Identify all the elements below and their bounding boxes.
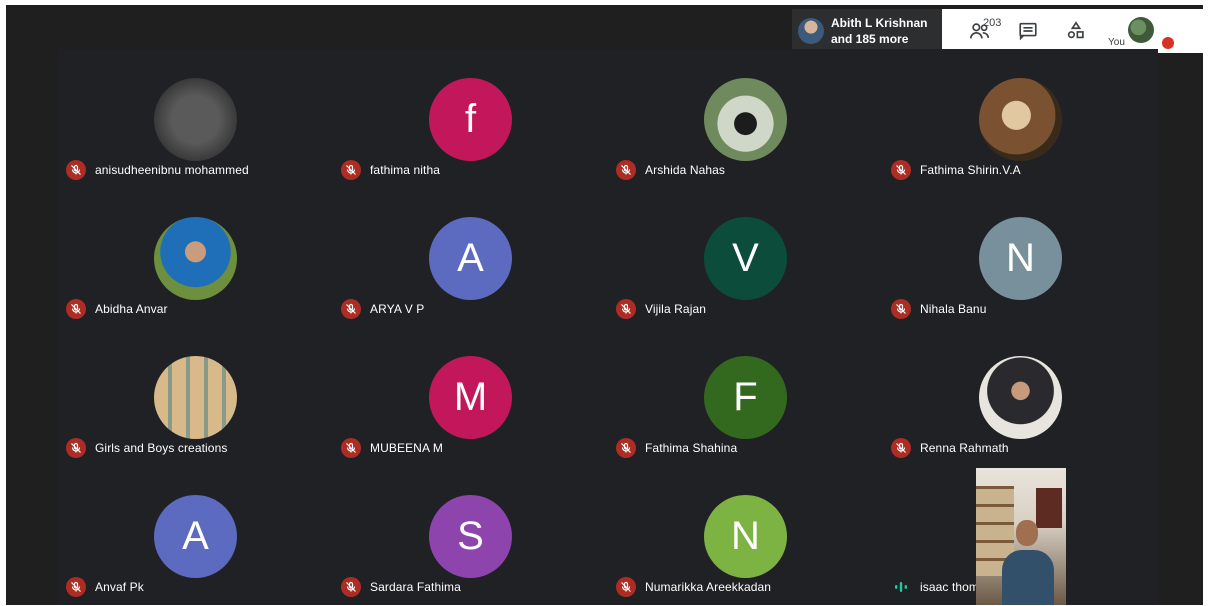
participant-avatar: N — [704, 495, 787, 578]
participant-avatar: A — [429, 217, 512, 300]
participant-avatar — [154, 217, 237, 300]
participant-name: Girls and Boys creations — [95, 441, 228, 455]
activities-button[interactable] — [1052, 9, 1100, 53]
chat-icon — [1019, 22, 1037, 41]
participant-name-row: anisudheenibnu mohammed — [66, 160, 249, 180]
presenter-more: and 185 more — [831, 32, 909, 46]
self-view[interactable]: You — [1104, 9, 1184, 53]
participant-name-row: Fathima Shahina — [616, 438, 737, 458]
mic-off-icon — [341, 577, 361, 597]
participant-name: fathima nitha — [370, 163, 441, 177]
participant-name-row: Nihala Banu — [891, 299, 986, 319]
mic-off-icon — [891, 299, 911, 319]
participant-tile[interactable]: A ARYA V P — [333, 188, 608, 327]
participant-grid-area: anisudheenibnu mohammed f fathima nitha Ars… — [58, 49, 1158, 605]
participant-tile[interactable]: Abidha Anvar — [58, 188, 333, 327]
participant-name-row: Sardara Fathima — [341, 577, 461, 597]
participant-name: ARYA V P — [370, 302, 425, 316]
participant-avatar: V — [704, 217, 787, 300]
participant-name-row: Girls and Boys creations — [66, 438, 227, 458]
mic-off-icon — [341, 160, 361, 180]
presenter-name: Abith L Krishnan — [831, 16, 928, 30]
participant-name: Sardara Fathima — [370, 580, 461, 594]
participant-tile[interactable]: M MUBEENA M — [333, 327, 608, 466]
participant-name: Arshida Nahas — [645, 163, 726, 177]
mic-off-icon — [66, 160, 86, 180]
mic-off-icon — [616, 299, 636, 319]
wall-painting — [1036, 488, 1062, 528]
participant-name-row: Fathima Shirin.V.A — [891, 160, 1021, 180]
activities-icon — [1067, 21, 1084, 39]
participant-tile[interactable]: N Numarikka Areekkadan — [608, 466, 883, 605]
participant-name: Abidha Anvar — [95, 302, 168, 316]
participant-tile[interactable]: Renna Rahmath — [883, 327, 1158, 466]
participant-avatar — [979, 356, 1062, 439]
participant-name-row: Renna Rahmath — [891, 438, 1009, 458]
participant-tile[interactable]: S Sardara Fathima — [333, 466, 608, 605]
participant-tile[interactable]: Fathima Shirin.V.A — [883, 49, 1158, 188]
participant-avatar: M — [429, 356, 512, 439]
presenter-chip[interactable]: Abith L Krishnan and 185 more — [792, 9, 942, 53]
participant-name: MUBEENA M — [370, 441, 443, 455]
participant-tile[interactable]: f fathima nitha — [333, 49, 608, 188]
you-label: You — [1108, 37, 1125, 48]
participant-tile[interactable]: A Anvaf Pk — [58, 466, 333, 605]
speaking-icon — [891, 577, 911, 597]
participant-name: Nihala Banu — [920, 302, 987, 316]
participant-name-row: Vijila Rajan — [616, 299, 706, 319]
participant-avatar: N — [979, 217, 1062, 300]
mic-off-icon — [341, 438, 361, 458]
participant-tile[interactable]: N Nihala Banu — [883, 188, 1158, 327]
participant-name: Numarikka Areekkadan — [645, 580, 772, 594]
people-count: 203 — [983, 17, 1002, 29]
participant-name-row: Anvaf Pk — [66, 577, 144, 597]
participant-avatar: f — [429, 78, 512, 161]
participant-tile[interactable]: anisudheenibnu mohammed — [58, 49, 333, 188]
mic-off-icon — [66, 577, 86, 597]
mic-off-icon — [341, 299, 361, 319]
meet-window: Abith L Krishnan and 185 more 203 You an… — [6, 5, 1203, 605]
participant-name: Vijila Rajan — [645, 302, 707, 316]
mic-off-icon — [616, 577, 636, 597]
mic-off-icon — [616, 438, 636, 458]
participant-avatar: S — [429, 495, 512, 578]
presenter-text: Abith L Krishnan and 185 more — [831, 15, 927, 47]
person-body — [1002, 550, 1054, 605]
participant-tile[interactable]: Arshida Nahas — [608, 49, 883, 188]
participant-avatar — [154, 78, 237, 161]
mic-off-icon — [891, 160, 911, 180]
mic-off-icon — [891, 438, 911, 458]
top-bar: Abith L Krishnan and 185 more 203 You — [792, 9, 1203, 53]
participant-name-row: MUBEENA M — [341, 438, 443, 458]
participant-name: anisudheenibnu mohammed — [95, 163, 249, 177]
self-avatar — [1128, 17, 1154, 43]
people-button[interactable]: 203 — [956, 9, 1004, 53]
participant-name-row: ARYA V P — [341, 299, 424, 319]
participant-avatar — [704, 78, 787, 161]
person-head — [1016, 520, 1038, 546]
participant-tile[interactable]: V Vijila Rajan — [608, 188, 883, 327]
toolbar: 203 You — [942, 9, 1203, 53]
participant-name-row: Arshida Nahas — [616, 160, 725, 180]
participant-avatar — [979, 78, 1062, 161]
participant-tile[interactable]: Girls and Boys creations — [58, 327, 333, 466]
participant-name: Renna Rahmath — [920, 441, 1009, 455]
mic-off-icon — [66, 299, 86, 319]
presenter-avatar — [798, 18, 824, 44]
participant-video-feed — [976, 468, 1066, 605]
participant-avatar: F — [704, 356, 787, 439]
participant-name: Fathima Shahina — [645, 441, 738, 455]
participant-name-row: Abidha Anvar — [66, 299, 168, 319]
participant-tile[interactable]: F Fathima Shahina — [608, 327, 883, 466]
participant-avatar: A — [154, 495, 237, 578]
mic-off-icon — [616, 160, 636, 180]
self-muted-icon — [1162, 37, 1174, 49]
chat-button[interactable] — [1004, 9, 1052, 53]
participant-name-row: Numarikka Areekkadan — [616, 577, 771, 597]
participant-name: Anvaf Pk — [95, 580, 144, 594]
mic-off-icon — [66, 438, 86, 458]
participant-name-row: fathima nitha — [341, 160, 440, 180]
participant-avatar — [154, 356, 237, 439]
participant-name: Fathima Shirin.V.A — [920, 163, 1021, 177]
